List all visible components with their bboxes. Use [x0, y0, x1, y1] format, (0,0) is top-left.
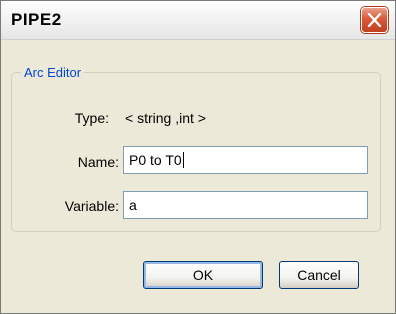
dialog-window: PIPE2 Arc Editor Type: < string ,int > N… [0, 0, 396, 314]
type-value: < string ,int > [125, 110, 206, 126]
type-label: Type: [74, 110, 109, 126]
name-label: Name: [77, 154, 119, 170]
arc-editor-group-label: Arc Editor [21, 65, 85, 80]
ok-button[interactable]: OK [143, 261, 263, 289]
text-caret [182, 152, 184, 168]
close-button[interactable] [361, 7, 388, 33]
variable-input-value: a [129, 197, 137, 213]
title-bar[interactable]: PIPE2 [1, 1, 395, 40]
cancel-button[interactable]: Cancel [279, 261, 359, 289]
window-title: PIPE2 [11, 10, 62, 29]
variable-label: Variable: [64, 198, 119, 214]
name-input-value: P0 to T0 [129, 152, 182, 168]
name-input[interactable]: P0 to T0 [123, 146, 368, 174]
close-icon [367, 13, 382, 27]
variable-input[interactable]: a [123, 191, 368, 219]
